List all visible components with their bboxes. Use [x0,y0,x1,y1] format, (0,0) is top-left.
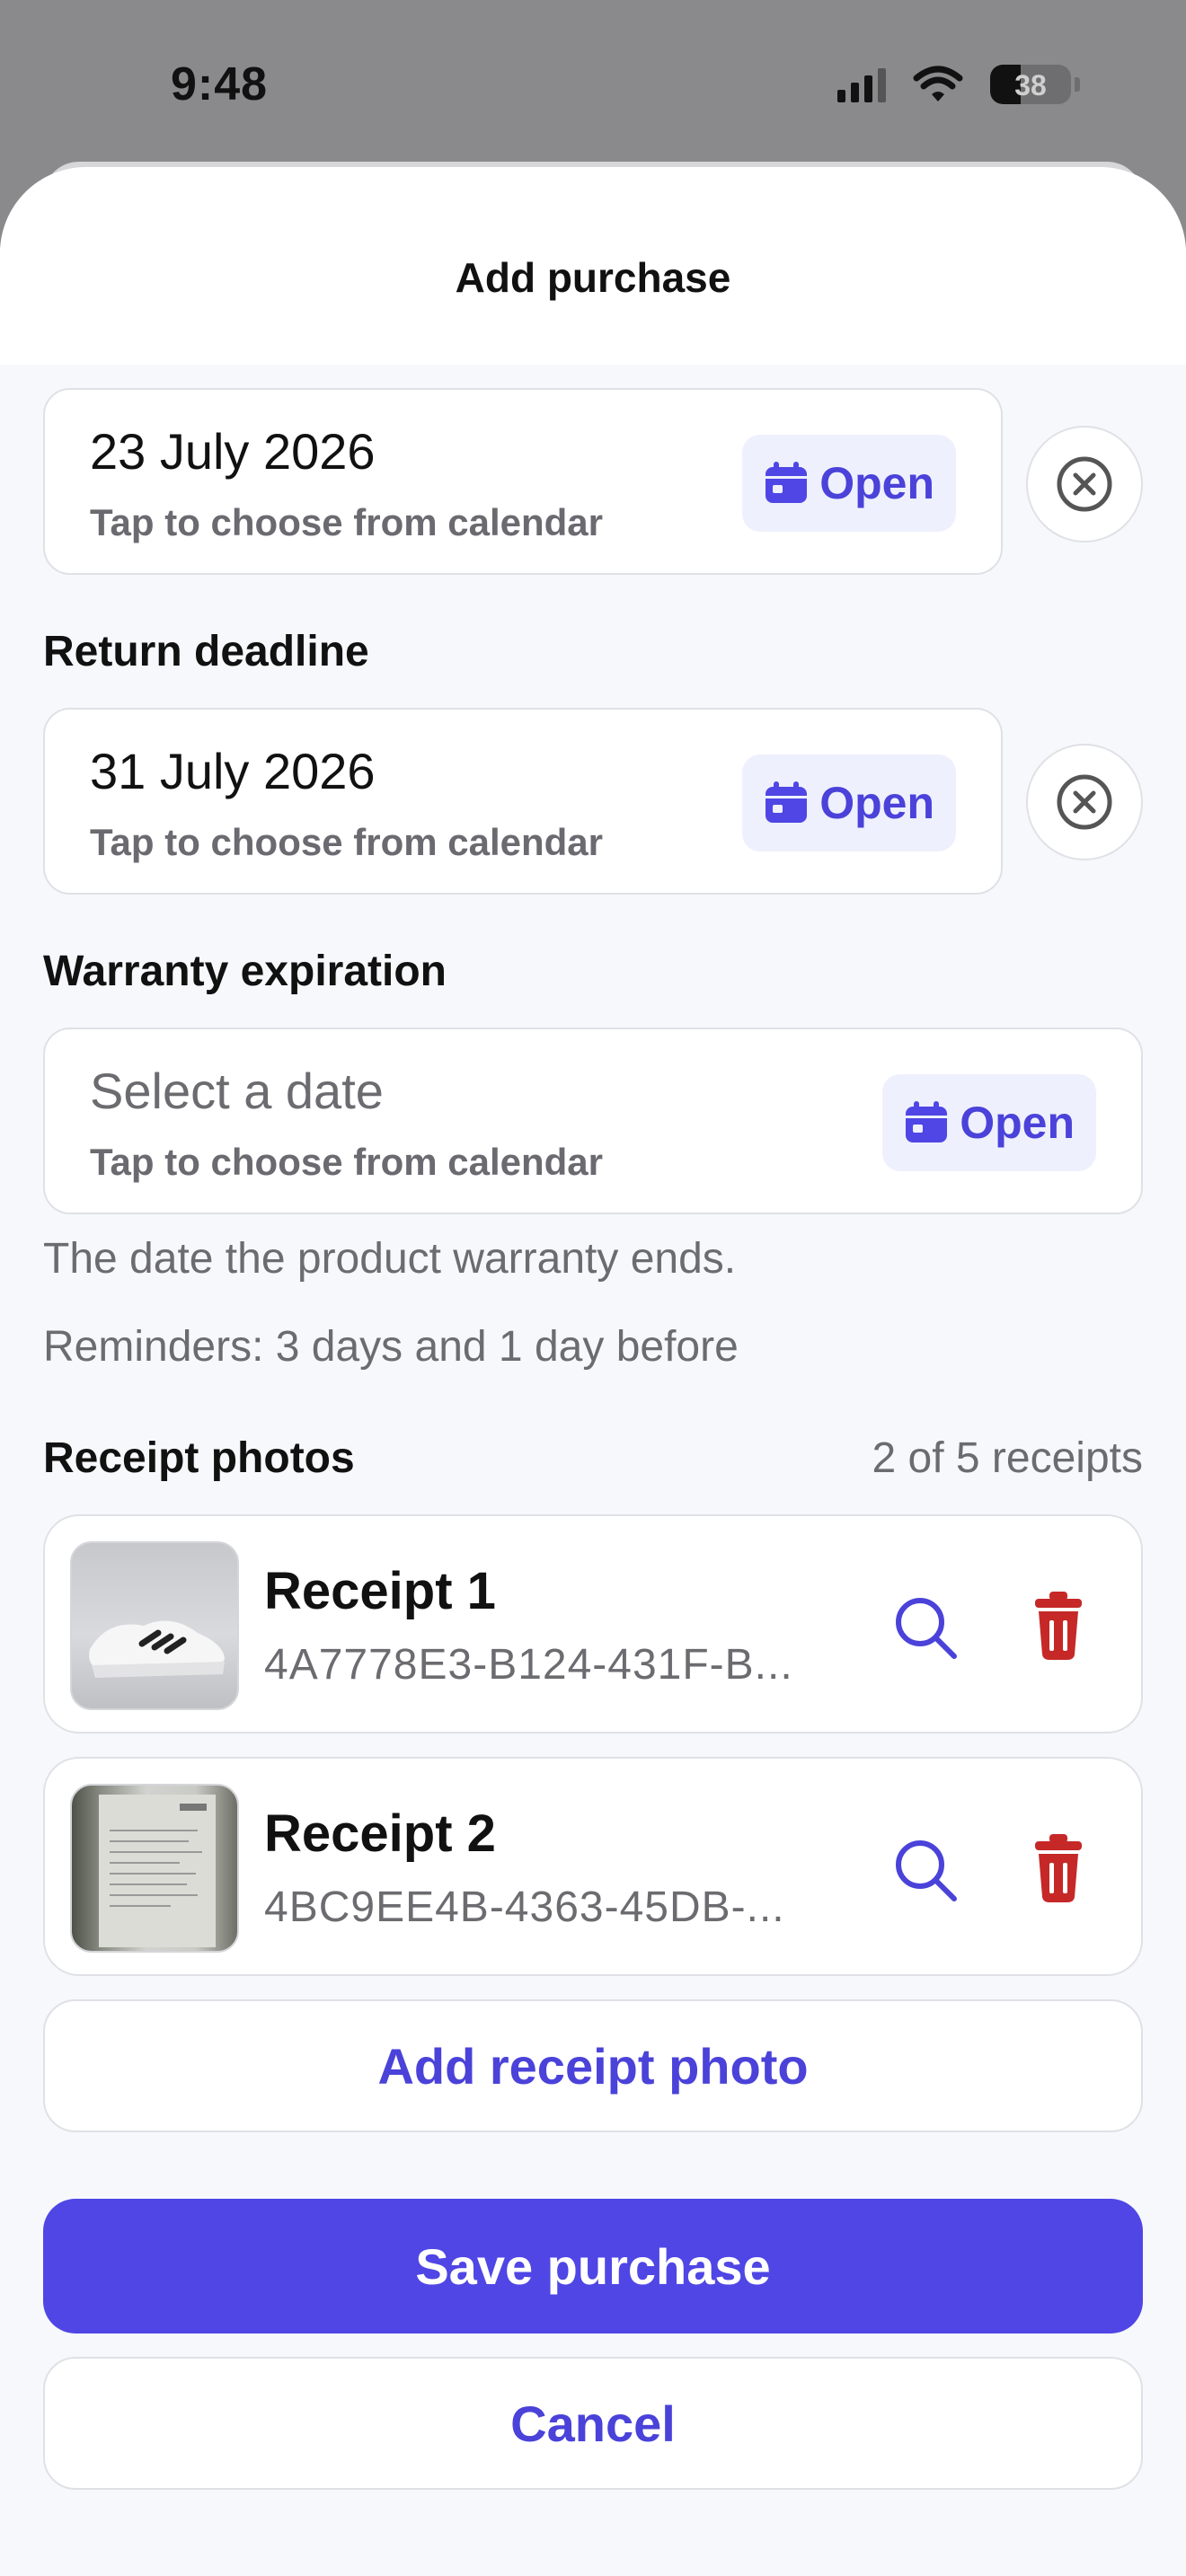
purchase-date-value: 23 July 2026 [90,423,376,480]
warranty-reminders: Reminders: 3 days and 1 day before [43,1323,739,1371]
receipt-photos-label: Receipt photos [43,1434,355,1482]
shoe-image [89,1620,225,1678]
open-label: Open [819,458,934,508]
cancel-button[interactable]: Cancel [43,2357,1143,2490]
warranty-field[interactable]: Select a date Tap to choose from calenda… [43,1028,1143,1214]
receipt-thumbnail[interactable] [70,1541,239,1710]
cellular-signal-icon [837,66,886,102]
open-label: Open [960,1098,1075,1148]
battery-level: 38 [1014,69,1047,101]
wifi-icon [913,66,963,101]
return-deadline-open-button[interactable]: Open [742,754,956,851]
warranty-label: Warranty expiration [43,948,447,995]
magnify-icon[interactable] [890,1834,961,1906]
clear-circle-icon [1057,774,1112,830]
calendar-icon [766,781,808,823]
battery-icon: 38 [990,65,1071,104]
trash-icon[interactable] [1031,1834,1085,1902]
add-receipt-photo-button[interactable]: Add receipt photo [43,1999,1143,2132]
status-time: 9:48 [171,58,269,110]
clear-circle-icon [1057,456,1112,512]
receipt-count: 2 of 5 receipts [872,1434,1144,1482]
purchase-date-field[interactable]: 23 July 2026 Tap to choose from calendar… [43,388,1003,575]
add-purchase-sheet: Add purchase 23 July 2026 Tap to choose … [0,167,1186,2576]
receipt-name: Receipt 1 [264,1562,496,1620]
calendar-icon [766,462,808,503]
purchase-date-hint: Tap to choose from calendar [90,501,603,543]
save-purchase-button[interactable]: Save purchase [43,2199,1143,2333]
open-label: Open [819,778,934,828]
receipt-thumbnail[interactable] [70,1784,239,1953]
receipt-item[interactable]: Receipt 2 4BC9EE4B-4363-45DB-... [43,1757,1143,1976]
warranty-open-button[interactable]: Open [882,1074,1096,1171]
warranty-placeholder: Select a date [90,1063,384,1119]
return-deadline-hint: Tap to choose from calendar [90,821,603,863]
sheet-header: Add purchase [0,167,1186,365]
status-icons: 38 [837,65,1080,104]
trash-icon[interactable] [1031,1592,1085,1660]
return-deadline-value: 31 July 2026 [90,743,376,799]
return-deadline-label: Return deadline [43,628,369,675]
return-deadline-clear-button[interactable] [1026,744,1143,860]
status-bar: 9:48 38 [0,0,1186,171]
warranty-hint: Tap to choose from calendar [90,1141,603,1183]
magnify-icon[interactable] [890,1592,961,1663]
warranty-description: The date the product warranty ends. [43,1235,737,1283]
sheet-title: Add purchase [455,254,731,301]
purchase-date-open-button[interactable]: Open [742,435,956,532]
receipt-id: 4A7778E3-B124-431F-B... [264,1641,793,1689]
calendar-icon [906,1101,948,1142]
battery-nub [1075,77,1080,92]
receipt-paper-image [99,1795,216,1947]
receipt-id: 4BC9EE4B-4363-45DB-... [264,1883,785,1931]
receipt-item[interactable]: Receipt 1 4A7778E3-B124-431F-B... [43,1514,1143,1734]
receipt-name: Receipt 2 [264,1804,496,1863]
purchase-date-clear-button[interactable] [1026,426,1143,543]
return-deadline-field[interactable]: 31 July 2026 Tap to choose from calendar… [43,708,1003,895]
